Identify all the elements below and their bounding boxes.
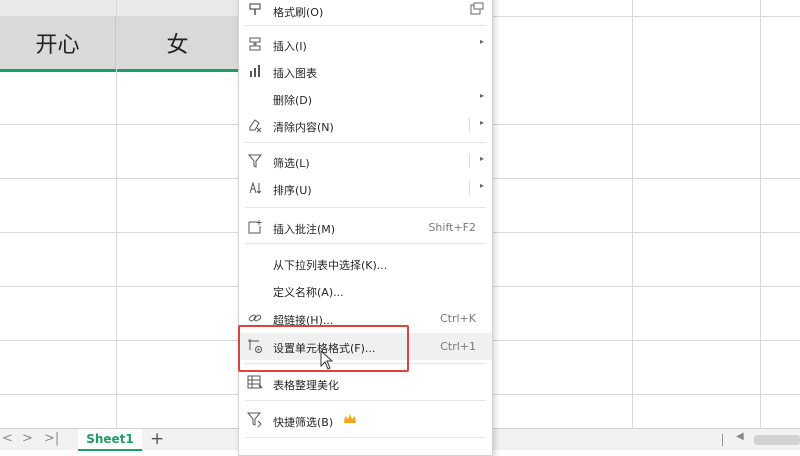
submenu-divider — [469, 118, 470, 132]
last-sheet-arrow[interactable]: >| — [44, 431, 59, 446]
menu-item-label: 格式刷(O) — [273, 6, 324, 19]
menu-item-label: 删除(D) — [273, 94, 313, 107]
context-menu: 格式刷(O) 插入(I) ▸ 插入图表 删除(D) ▸ 清除内容(N) ▸ 筛选… — [238, 0, 493, 456]
header-cell[interactable]: 开心 — [0, 16, 116, 70]
menu-separator — [245, 243, 486, 244]
menu-item-sort[interactable]: 排序(U) ▸ — [239, 175, 492, 202]
menu-item-filter[interactable]: 筛选(L) ▸ — [239, 148, 492, 175]
submenu-divider — [469, 181, 470, 195]
crown-icon — [343, 413, 357, 428]
mouse-cursor-icon — [320, 350, 334, 370]
submenu-arrow-icon: ▸ — [479, 118, 484, 127]
sheet-tab-sheet1[interactable]: Sheet1 — [78, 429, 142, 451]
submenu-arrow-icon: ▸ — [479, 181, 484, 190]
menu-item-insert-comment[interactable]: 插入批注(M) Shift+F2 — [239, 214, 492, 241]
menu-item-insert[interactable]: 插入(I) ▸ — [239, 31, 492, 58]
menu-item-label: 快捷筛选(B) — [273, 416, 334, 429]
menu-item-label: 清除内容(N) — [273, 121, 334, 134]
scroll-left-arrow-icon[interactable]: ◀ — [736, 431, 744, 442]
menu-item-label: 表格整理美化 — [273, 379, 339, 392]
menu-item-clear-contents[interactable]: 清除内容(N) ▸ — [239, 112, 492, 139]
hyperlink-icon — [247, 310, 263, 326]
menu-separator — [245, 437, 486, 438]
menu-separator — [245, 142, 486, 143]
menu-item-quick-filter[interactable]: 快捷筛选(B) — [239, 407, 492, 434]
sort-icon — [247, 180, 263, 196]
chart-icon — [247, 63, 263, 79]
shortcut-text: Ctrl+1 — [440, 340, 476, 353]
header-cell-text: 开心 — [35, 33, 80, 58]
menu-item-label: 插入批注(M) — [273, 223, 336, 236]
menu-item-insert-chart[interactable]: 插入图表 — [239, 58, 492, 85]
menu-separator — [245, 400, 486, 401]
grid-line — [760, 0, 761, 428]
shortcut-text: Shift+F2 — [428, 221, 476, 234]
menu-item-label: 排序(U) — [273, 184, 312, 197]
horizontal-scrollbar[interactable]: ◀ — [720, 431, 800, 447]
menu-item-define-name[interactable]: 定义名称(A)... — [239, 277, 492, 304]
menu-item-label: 筛选(L) — [273, 157, 310, 170]
next-sheet-arrow[interactable]: > — [22, 431, 33, 446]
format-painter-icon — [247, 2, 263, 18]
header-cell-text: 女 — [166, 33, 189, 58]
header-cell[interactable]: 女 — [116, 16, 240, 70]
eraser-icon — [247, 117, 263, 133]
scrollbar-divider — [722, 434, 723, 446]
menu-item-label: 插入(I) — [273, 40, 307, 53]
menu-item-label: 定义名称(A)... — [273, 286, 344, 299]
selection-border — [0, 69, 240, 72]
menu-item-pick-from-dropdown[interactable]: 从下拉列表中选择(K)... — [239, 250, 492, 277]
quick-filter-icon — [247, 412, 263, 428]
menu-item-format-painter[interactable]: 格式刷(O) — [239, 0, 492, 24]
submenu-arrow-icon: ▸ — [479, 91, 484, 100]
menu-separator — [245, 25, 486, 26]
submenu-arrow-icon: ▸ — [479, 37, 484, 46]
menu-item-label: 从下拉列表中选择(K)... — [273, 259, 388, 272]
format-painter-mini-icon — [470, 2, 484, 19]
prev-sheet-arrow[interactable]: < — [2, 431, 13, 446]
scrollbar-thumb[interactable] — [754, 435, 800, 445]
add-sheet-button[interactable]: + — [150, 429, 164, 449]
filter-icon — [247, 153, 263, 169]
shortcut-text: Ctrl+K — [439, 312, 476, 325]
grid-line — [632, 0, 633, 428]
comment-icon — [247, 219, 263, 235]
grid-line — [116, 0, 117, 428]
submenu-divider — [469, 154, 470, 168]
previous-row-strip — [0, 0, 240, 17]
menu-separator — [245, 207, 486, 208]
menu-item-label: 插入图表 — [273, 67, 317, 80]
submenu-arrow-icon: ▸ — [479, 154, 484, 163]
table-beautify-icon — [247, 375, 263, 391]
menu-item-delete[interactable]: 删除(D) ▸ — [239, 85, 492, 112]
menu-item-table-beautify[interactable]: 表格整理美化 — [239, 370, 492, 397]
insert-icon — [247, 36, 263, 52]
